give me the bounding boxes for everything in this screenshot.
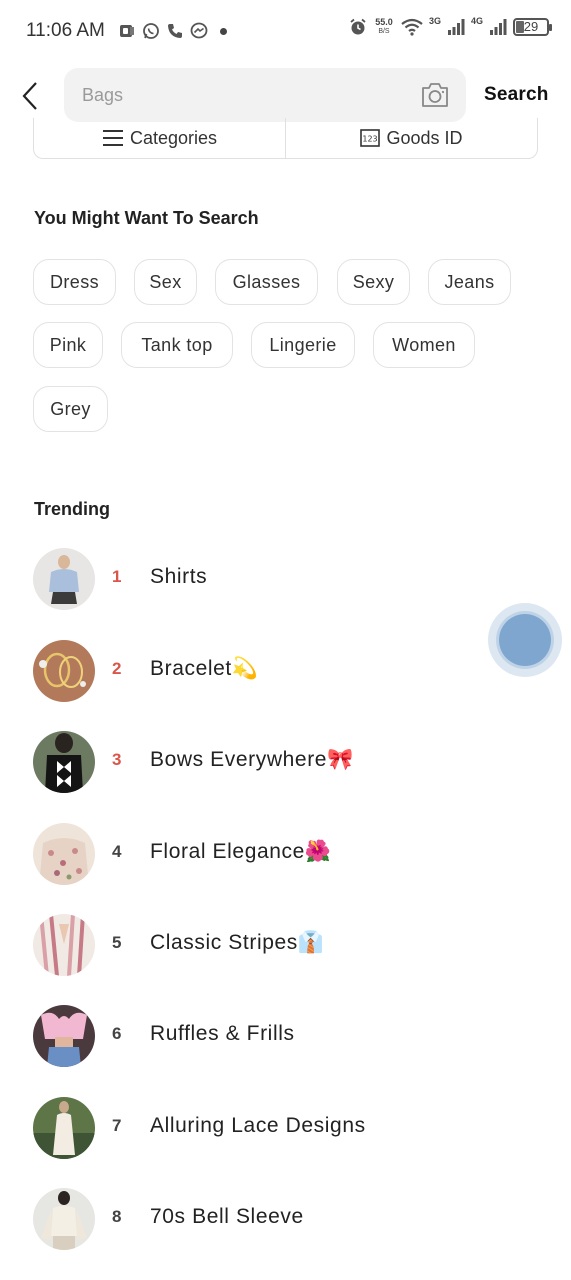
chip-women[interactable]: Women	[373, 322, 475, 368]
trending-rank: 1	[112, 567, 122, 586]
back-button[interactable]	[14, 78, 46, 114]
battery-icon: 29	[513, 18, 552, 36]
chip-dress[interactable]: Dress	[33, 259, 116, 305]
trending-thumbnail-floral	[33, 823, 95, 885]
trending-label: Floral Elegance🌺	[150, 840, 332, 863]
trending-item[interactable]: 4 Floral Elegance🌺	[33, 823, 503, 885]
network-speed-value: 55.0	[375, 17, 393, 27]
search-box	[64, 68, 466, 122]
chip-grey[interactable]: Grey	[33, 386, 108, 432]
chip-sexy[interactable]: Sexy	[337, 259, 410, 305]
chip-tank-top[interactable]: Tank top	[121, 322, 233, 368]
svg-text:123: 123	[363, 135, 378, 144]
signal-4g-icon	[490, 19, 507, 35]
outlook-icon	[120, 25, 134, 37]
messenger-icon	[190, 22, 208, 39]
trending-rank: 6	[112, 1024, 122, 1043]
trending-title: Trending	[34, 499, 110, 519]
battery-level: 29	[523, 19, 539, 34]
trending-label: 70s Bell Sleeve	[150, 1205, 304, 1228]
categories-button[interactable]: Categories	[34, 118, 285, 158]
system-icons: 55.0 B/S 3G 4G 29	[349, 16, 552, 36]
chevron-left-icon	[22, 82, 37, 110]
alarm-icon	[350, 18, 366, 35]
camera-search-button[interactable]	[420, 81, 450, 109]
trending-rank: 7	[112, 1116, 122, 1135]
net-4g-label: 4G	[470, 16, 483, 26]
status-bar: 11:06 AM 55.0 B/S 3G 4G 29	[0, 0, 571, 64]
goods-id-label: Goods ID	[386, 127, 463, 148]
trending-label: Bracelet💫	[150, 657, 259, 680]
trending-thumbnail-bell-sleeve	[33, 1188, 95, 1250]
chip-jeans[interactable]: Jeans	[428, 259, 511, 305]
wifi-icon	[401, 18, 423, 36]
trending-rank: 2	[112, 659, 122, 678]
trending-label: Bows Everywhere🎀	[150, 748, 354, 771]
trending-item[interactable]: 3 Bows Everywhere🎀	[33, 731, 503, 793]
goods-id-button[interactable]: 123 Goods ID	[285, 118, 537, 158]
signal-3g-icon	[447, 19, 465, 35]
trending-item[interactable]: 8 70s Bell Sleeve	[33, 1188, 503, 1250]
chip-sex[interactable]: Sex	[134, 259, 197, 305]
trending-rank: 3	[112, 750, 122, 769]
search-button[interactable]: Search	[484, 84, 549, 106]
search-input[interactable]	[82, 68, 402, 122]
more-notifications-dot	[220, 27, 227, 35]
trending-item[interactable]: 5 Classic Stripes👔	[33, 914, 503, 976]
net-3g-label: 3G	[428, 16, 441, 26]
trending-thumbnail-ruffles	[33, 1005, 95, 1067]
trending-label: Shirts	[150, 565, 208, 588]
trending-label: Classic Stripes👔	[150, 931, 325, 954]
trending-thumbnail-stripes	[33, 914, 95, 976]
trending-rank: 5	[112, 933, 122, 952]
trending-thumbnail-lace	[33, 1097, 95, 1159]
notification-icons	[118, 22, 227, 40]
categories-label: Categories	[129, 127, 218, 148]
chip-glasses[interactable]: Glasses	[215, 259, 318, 305]
chip-pink[interactable]: Pink	[33, 322, 103, 368]
trending-label: Ruffles & Frills	[150, 1022, 295, 1045]
trending-item[interactable]: 6 Ruffles & Frills	[33, 1005, 503, 1067]
trending-item[interactable]: 1 Shirts	[33, 548, 503, 610]
trending-thumbnail-bracelet	[33, 640, 95, 702]
floating-assistive-button[interactable]	[488, 603, 562, 677]
network-speed-unit: B/S	[378, 28, 390, 35]
camera-icon	[422, 83, 448, 107]
status-time: 11:06 AM	[26, 20, 105, 41]
trending-item[interactable]: 7 Alluring Lace Designs	[33, 1097, 503, 1159]
number-box-icon: 123	[360, 129, 381, 147]
trending-rank: 8	[112, 1207, 122, 1226]
floating-button-core	[496, 611, 554, 669]
chip-lingerie[interactable]: Lingerie	[251, 322, 355, 368]
whatsapp-icon	[143, 23, 159, 39]
trending-thumbnail-bows	[33, 731, 95, 793]
phone-icon	[168, 24, 182, 38]
trending-thumbnail-shirts	[33, 548, 95, 610]
suggest-title: You Might Want To Search	[34, 208, 259, 228]
trending-item[interactable]: 2 Bracelet💫	[33, 640, 503, 702]
filter-bar: Categories 123 Goods ID	[33, 118, 538, 159]
trending-rank: 4	[112, 842, 122, 861]
trending-label: Alluring Lace Designs	[150, 1114, 366, 1137]
menu-icon	[102, 130, 123, 146]
network-speed: 55.0 B/S	[373, 18, 395, 36]
